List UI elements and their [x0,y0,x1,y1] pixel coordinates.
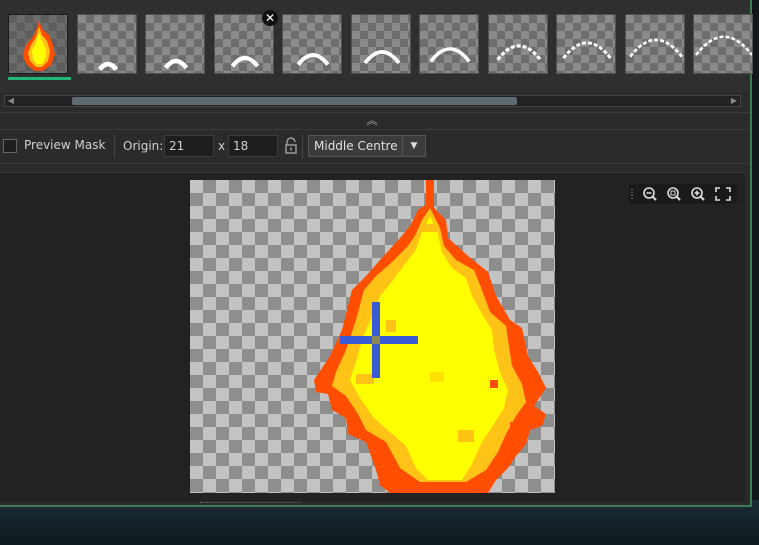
frame-thumbnail[interactable] [556,14,616,74]
frame-thumbnail[interactable] [282,14,342,74]
chevron-down-icon[interactable]: ▼ [402,136,425,156]
origin-y-field[interactable]: 18 [228,135,278,157]
origin-crosshair-center [372,336,380,344]
zoom-toolbar [629,184,737,204]
fire-detail-pixel [490,380,498,388]
origin-preset-dropdown[interactable]: Middle Centre ▼ [308,135,426,157]
selected-frame-indicator [8,77,71,80]
origin-toolbar: Preview Mask Origin: 21 x 18 Middle Cent… [0,131,750,164]
origin-label: Origin: [123,139,164,153]
fire-detail-pixel [422,224,438,232]
scroll-right-arrow-icon[interactable]: ▶ [729,96,739,106]
origin-x-field[interactable]: 21 [164,135,214,157]
frame-strip-scrollbar[interactable]: ◀ ▶ [4,95,741,107]
collapse-bar: ︽ [0,112,750,130]
fit-screen-icon[interactable] [713,185,733,203]
fire-detail-pixel [510,422,532,428]
lock-icon[interactable] [284,137,298,155]
frame-thumbnail[interactable] [8,14,68,74]
fire-detail-pixel [356,374,374,384]
preview-mask-checkbox[interactable] [3,139,17,153]
zoom-out-icon[interactable] [640,185,660,203]
zoom-in-icon[interactable] [688,185,708,203]
preview-mask-label: Preview Mask [24,138,106,152]
toolbar-divider [302,135,303,159]
canvas-area [0,172,745,503]
frame-strip: ✕ [0,0,753,92]
frame-thumbnail[interactable] [77,14,137,74]
sprite-canvas[interactable] [190,180,555,493]
close-icon[interactable]: ✕ [262,10,278,26]
zoom-reset-icon[interactable] [664,185,684,203]
grip-icon [629,185,635,203]
sprite-editor-window: ✕ ◀ ▶ ︽ Preview Mask Origin: 21 x 18 Mid… [0,0,753,507]
frame-thumbnail[interactable] [693,14,753,74]
frame-thumbnail[interactable] [419,14,479,74]
fire-detail-pixel [430,372,444,382]
origin-preset-value: Middle Centre [314,139,398,153]
fire-detail-pixel [386,320,396,332]
frame-thumbnail[interactable] [625,14,685,74]
fire-detail-pixel [458,430,474,442]
scroll-left-arrow-icon[interactable]: ◀ [6,96,16,106]
frame-thumbnail[interactable] [351,14,411,74]
frame-thumbnail[interactable] [488,14,548,74]
fire-sprite [314,180,546,493]
scrollbar-thumb[interactable] [72,97,517,105]
toolbar-divider [114,135,115,159]
frame-thumbnail[interactable] [145,14,205,74]
chevron-double-up-icon[interactable]: ︽ [364,113,380,129]
origin-x-separator: x [218,139,226,153]
resize-grip[interactable] [200,502,300,506]
